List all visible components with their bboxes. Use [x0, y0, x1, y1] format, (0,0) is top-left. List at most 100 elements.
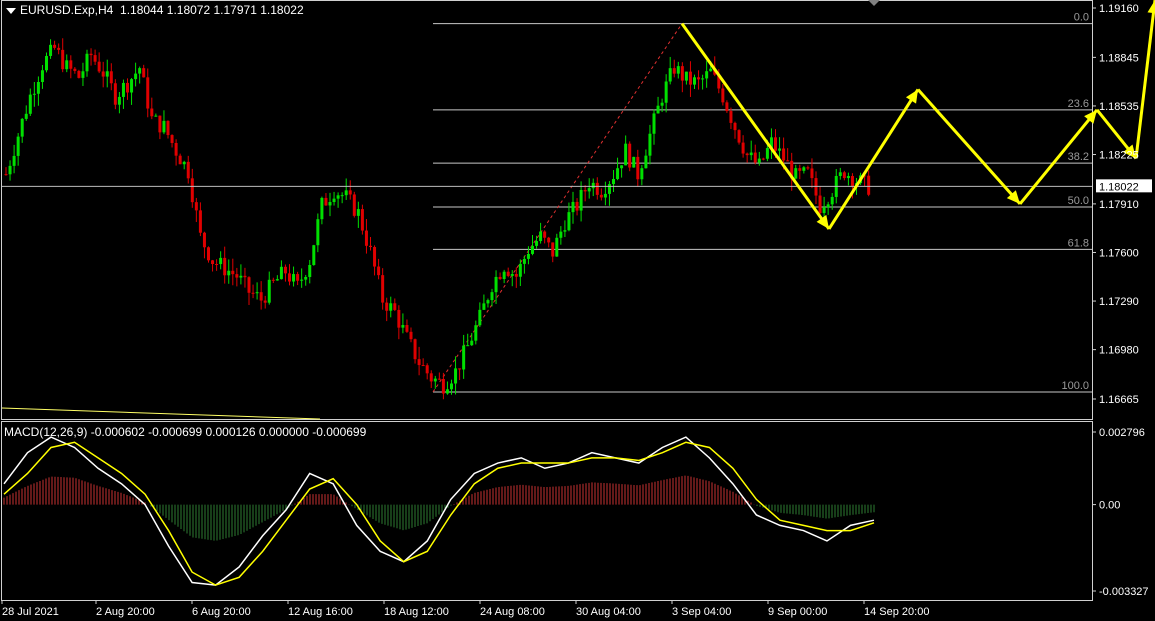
candle-body	[684, 71, 688, 81]
candle-body	[40, 70, 44, 82]
candle-body	[267, 279, 271, 303]
candle-body	[506, 271, 510, 276]
candle-body	[676, 66, 680, 74]
candle-body	[757, 158, 761, 163]
candle-body	[518, 263, 522, 277]
candle-body	[688, 71, 692, 85]
candle-body	[705, 71, 709, 79]
candle-body	[494, 276, 498, 293]
candle-body	[826, 204, 830, 208]
candle-body	[109, 71, 113, 84]
candle-body	[413, 339, 417, 360]
candle-body	[170, 135, 174, 143]
candle-body	[121, 82, 125, 97]
dropdown-triangle-icon[interactable]	[6, 7, 16, 14]
candle-body	[328, 202, 332, 206]
candle-body	[490, 292, 494, 301]
fib-level-label: 100.0	[1061, 380, 1089, 392]
fib-level-label: 61.8	[1068, 237, 1089, 249]
candle-body	[89, 53, 93, 56]
time-tick-label: 28 Jul 2021	[2, 606, 59, 618]
price-tick-label: 1.16980	[1099, 345, 1139, 357]
candle-body	[624, 143, 628, 166]
candle-body	[300, 279, 304, 281]
candle-body	[437, 378, 441, 380]
candle-body	[850, 176, 854, 187]
candle-body	[162, 120, 166, 133]
candle-body	[77, 70, 81, 78]
candle-body	[709, 68, 713, 72]
candle-body	[53, 44, 57, 48]
candle-body	[526, 253, 530, 259]
time-tick-label: 30 Aug 04:00	[576, 606, 641, 618]
candle-body	[393, 303, 397, 310]
candle-body	[49, 44, 53, 56]
macd-title: MACD(12,26,9) -0.000602 -0.000699 0.0001…	[4, 425, 367, 439]
candle-body	[211, 260, 215, 264]
candle-body	[725, 102, 729, 112]
fib-level-label: 0.0	[1074, 12, 1089, 24]
candle-body	[194, 202, 198, 211]
chart-title: EURUSD.Exp,H4 1.18044 1.18072 1.17971 1.…	[6, 3, 304, 17]
candle-body	[786, 160, 790, 162]
candle-body	[502, 271, 506, 280]
candle-body	[198, 210, 202, 233]
candle-body	[344, 190, 348, 196]
candle-body	[498, 276, 502, 280]
candle-body	[753, 152, 757, 163]
candle-body	[304, 276, 308, 280]
candle-body	[660, 102, 664, 106]
candle-body	[154, 115, 158, 117]
candle-body	[458, 368, 462, 370]
candle-body	[802, 167, 806, 171]
candle-body	[207, 247, 210, 261]
candle-body	[283, 266, 287, 274]
candle-body	[737, 130, 741, 143]
candle-body	[656, 105, 660, 114]
candle-body	[632, 156, 636, 168]
candle-body	[134, 73, 138, 80]
candle-body	[571, 201, 575, 213]
candle-body	[61, 49, 65, 70]
candle-body	[130, 79, 134, 93]
candle-body	[745, 153, 749, 156]
candle-body	[612, 179, 615, 185]
candle-body	[320, 197, 324, 220]
candle-body	[182, 161, 186, 165]
fib-level-label: 23.6	[1068, 98, 1089, 110]
candle-body	[288, 273, 291, 282]
candle-body	[425, 365, 429, 374]
candle-body	[324, 197, 328, 206]
candle-body	[478, 309, 482, 326]
low-value: 1.17971	[213, 3, 257, 17]
candle-body	[97, 61, 101, 72]
candle-body	[794, 168, 798, 179]
candle-body	[445, 389, 449, 394]
candle-body	[462, 345, 466, 370]
candle-body	[279, 266, 283, 280]
candle-body	[664, 81, 668, 103]
candle-body	[733, 122, 737, 131]
candle-body	[810, 168, 814, 179]
candle-body	[409, 331, 413, 340]
candle-body	[235, 274, 239, 278]
candle-body	[628, 143, 632, 168]
candle-body	[146, 77, 150, 109]
candle-body	[316, 219, 320, 246]
candle-body	[648, 133, 652, 156]
candle-body	[798, 168, 802, 171]
time-tick-label: 18 Aug 12:00	[384, 606, 449, 618]
candle-body	[32, 93, 36, 95]
candle-body	[20, 118, 24, 137]
candle-body	[138, 68, 142, 74]
candle-body	[539, 231, 543, 242]
candle-body	[482, 303, 486, 310]
candle-body	[275, 279, 279, 281]
high-value: 1.18072	[166, 3, 211, 17]
fib-level-label: 38.2	[1068, 151, 1089, 163]
current-price-label: 1.18022	[1099, 181, 1139, 193]
trading-chart[interactable]: 0.023.638.250.061.8100.0 1.191601.188451…	[0, 0, 1155, 621]
candle-body	[595, 182, 599, 195]
time-tick-label: 24 Aug 08:00	[480, 606, 545, 618]
candle-body	[741, 142, 745, 154]
